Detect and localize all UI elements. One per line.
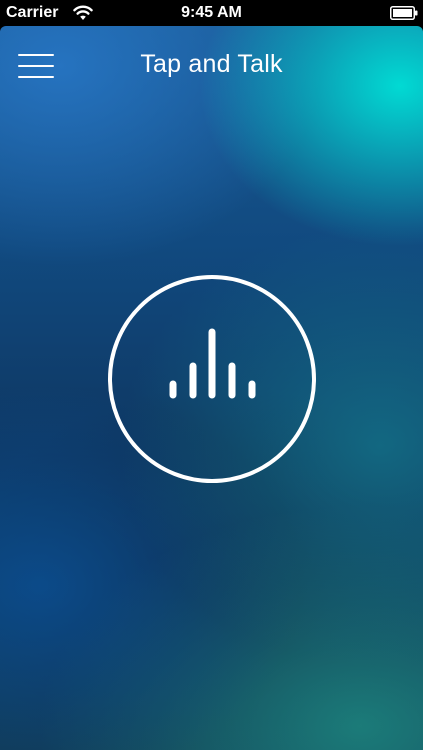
audio-waveform-icon	[108, 275, 316, 483]
status-bar: Carrier 9:45 AM	[0, 0, 423, 26]
phone-screen: Carrier 9:45 AM Tap and Talk	[0, 0, 423, 750]
battery-icon	[390, 6, 418, 20]
tap-to-talk-button[interactable]	[107, 274, 317, 484]
status-time: 9:45 AM	[181, 4, 242, 21]
app-view: Tap and Talk	[0, 26, 423, 750]
page-title: Tap and Talk	[140, 50, 283, 78]
